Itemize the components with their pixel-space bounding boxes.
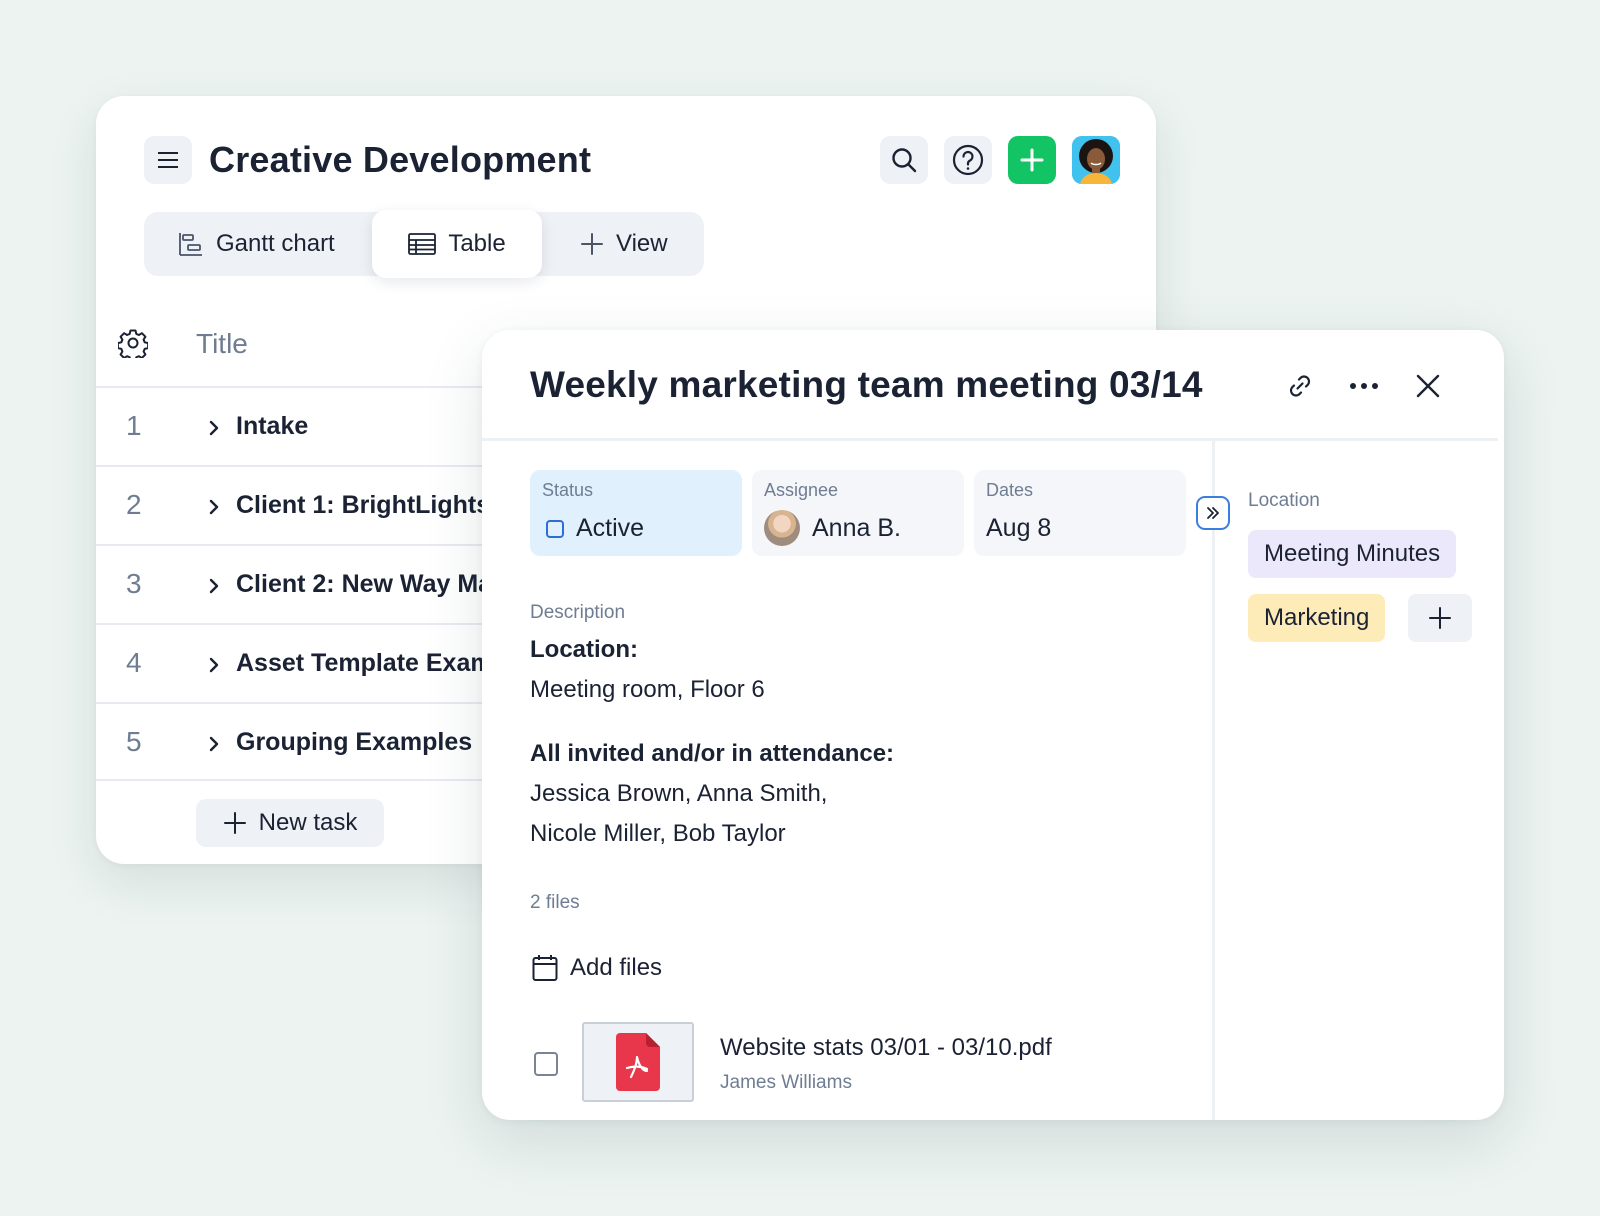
header-divider <box>482 438 1498 441</box>
dates-label: Dates <box>986 480 1034 500</box>
chevron-right-icon[interactable] <box>204 576 224 596</box>
attendance-line-1: Jessica Brown, Anna Smith, <box>530 780 828 807</box>
row-number: 3 <box>126 568 142 599</box>
chevron-right-icon[interactable] <box>204 655 224 675</box>
row-title[interactable]: Intake <box>236 412 308 441</box>
row-title[interactable]: Client 1: BrightLights <box>236 491 490 520</box>
dates-field[interactable]: Dates Aug 8 <box>974 470 1186 556</box>
location-text: Meeting room, Floor 6 <box>530 676 765 703</box>
add-tag-button[interactable] <box>1408 594 1472 642</box>
plus-icon <box>1020 148 1044 172</box>
row-number: 1 <box>126 410 142 441</box>
sidebar-location-label: Location <box>1248 490 1320 511</box>
more-options-button[interactable] <box>1344 366 1384 406</box>
status-label: Status <box>542 480 594 500</box>
status-checkbox-icon <box>546 520 564 538</box>
double-chevron-right-icon <box>1207 507 1219 519</box>
file-author: James Williams <box>720 1072 852 1093</box>
tab-table[interactable]: Table <box>372 210 542 278</box>
project-title: Creative Development <box>209 139 592 180</box>
more-horizontal-icon <box>1350 383 1378 389</box>
calendar-icon <box>532 955 558 981</box>
search-icon <box>892 148 917 173</box>
sidebar-divider <box>1212 441 1215 1120</box>
expand-sidebar-button[interactable] <box>1196 496 1230 530</box>
chevron-right-icon[interactable] <box>204 497 224 517</box>
menu-button[interactable] <box>144 136 192 184</box>
tag-meeting-minutes[interactable]: Meeting Minutes <box>1248 530 1457 578</box>
chevron-right-icon[interactable] <box>204 734 224 754</box>
add-files-label: Add files <box>570 954 663 981</box>
gear-icon[interactable] <box>118 328 148 358</box>
status-field[interactable]: Status Active <box>530 470 742 556</box>
assignee-label: Assignee <box>764 480 839 500</box>
files-count: 2 files <box>530 892 580 913</box>
view-tabs: Gantt chart Table View <box>144 210 704 278</box>
copy-link-button[interactable] <box>1280 366 1320 406</box>
row-title[interactable]: Client 2: New Way Ma <box>236 570 492 599</box>
attendance-line-2: Nicole Miller, Bob Taylor <box>530 820 786 847</box>
assignee-value: Anna B. <box>812 514 901 542</box>
new-task-label: New task <box>258 809 358 836</box>
row-title[interactable]: Grouping Examples <box>236 728 472 757</box>
row-number: 4 <box>126 647 142 678</box>
description-label: Description <box>530 602 626 623</box>
gantt-icon <box>179 233 202 256</box>
task-title[interactable]: Weekly marketing team meeting 03/14 <box>530 364 1203 406</box>
status-value: Active <box>576 514 645 542</box>
file-thumbnail[interactable] <box>582 1022 694 1102</box>
assignee-avatar <box>764 510 800 546</box>
file-item[interactable]: Website stats 03/01 - 03/10.pdf James Wi… <box>532 1022 1152 1102</box>
assignee-field[interactable]: Assignee Anna B. <box>752 470 964 556</box>
add-files-button[interactable]: Add files <box>532 954 662 982</box>
table-icon <box>408 233 437 255</box>
tab-table-label: Table <box>448 230 506 257</box>
help-button[interactable] <box>944 136 992 184</box>
dates-value: Aug 8 <box>986 514 1052 542</box>
close-button[interactable] <box>1408 366 1448 406</box>
add-button[interactable] <box>1008 136 1056 184</box>
tab-gantt-label: Gantt chart <box>216 230 335 257</box>
tag-marketing[interactable]: Marketing <box>1248 594 1386 642</box>
pdf-icon <box>616 1033 660 1091</box>
attendance-heading: All invited and/or in attendance: <box>530 740 895 767</box>
location-heading: Location: <box>530 636 638 663</box>
tab-gantt-chart[interactable]: Gantt chart <box>178 212 335 276</box>
user-avatar[interactable] <box>1072 136 1120 184</box>
help-icon <box>952 144 984 176</box>
file-name[interactable]: Website stats 03/01 - 03/10.pdf <box>720 1034 1052 1062</box>
row-number: 2 <box>126 489 142 520</box>
chevron-right-icon[interactable] <box>204 418 224 438</box>
plus-icon <box>581 233 603 255</box>
tab-add-view[interactable]: View <box>580 212 668 276</box>
row-title[interactable]: Asset Template Exam <box>236 649 493 678</box>
close-icon <box>1416 374 1440 398</box>
tab-view-label: View <box>616 230 668 257</box>
file-checkbox[interactable] <box>534 1052 558 1076</box>
task-detail-panel: Weekly marketing team meeting 03/14 Stat… <box>482 330 1504 1120</box>
column-header-title[interactable]: Title <box>196 328 248 360</box>
avatar-image <box>1072 136 1120 184</box>
row-number: 5 <box>126 726 142 757</box>
link-icon <box>1289 375 1311 397</box>
hamburger-icon <box>158 152 178 168</box>
plus-icon <box>223 812 246 834</box>
new-task-button[interactable]: New task <box>196 799 384 847</box>
search-button[interactable] <box>880 136 928 184</box>
plus-icon <box>1429 607 1451 629</box>
